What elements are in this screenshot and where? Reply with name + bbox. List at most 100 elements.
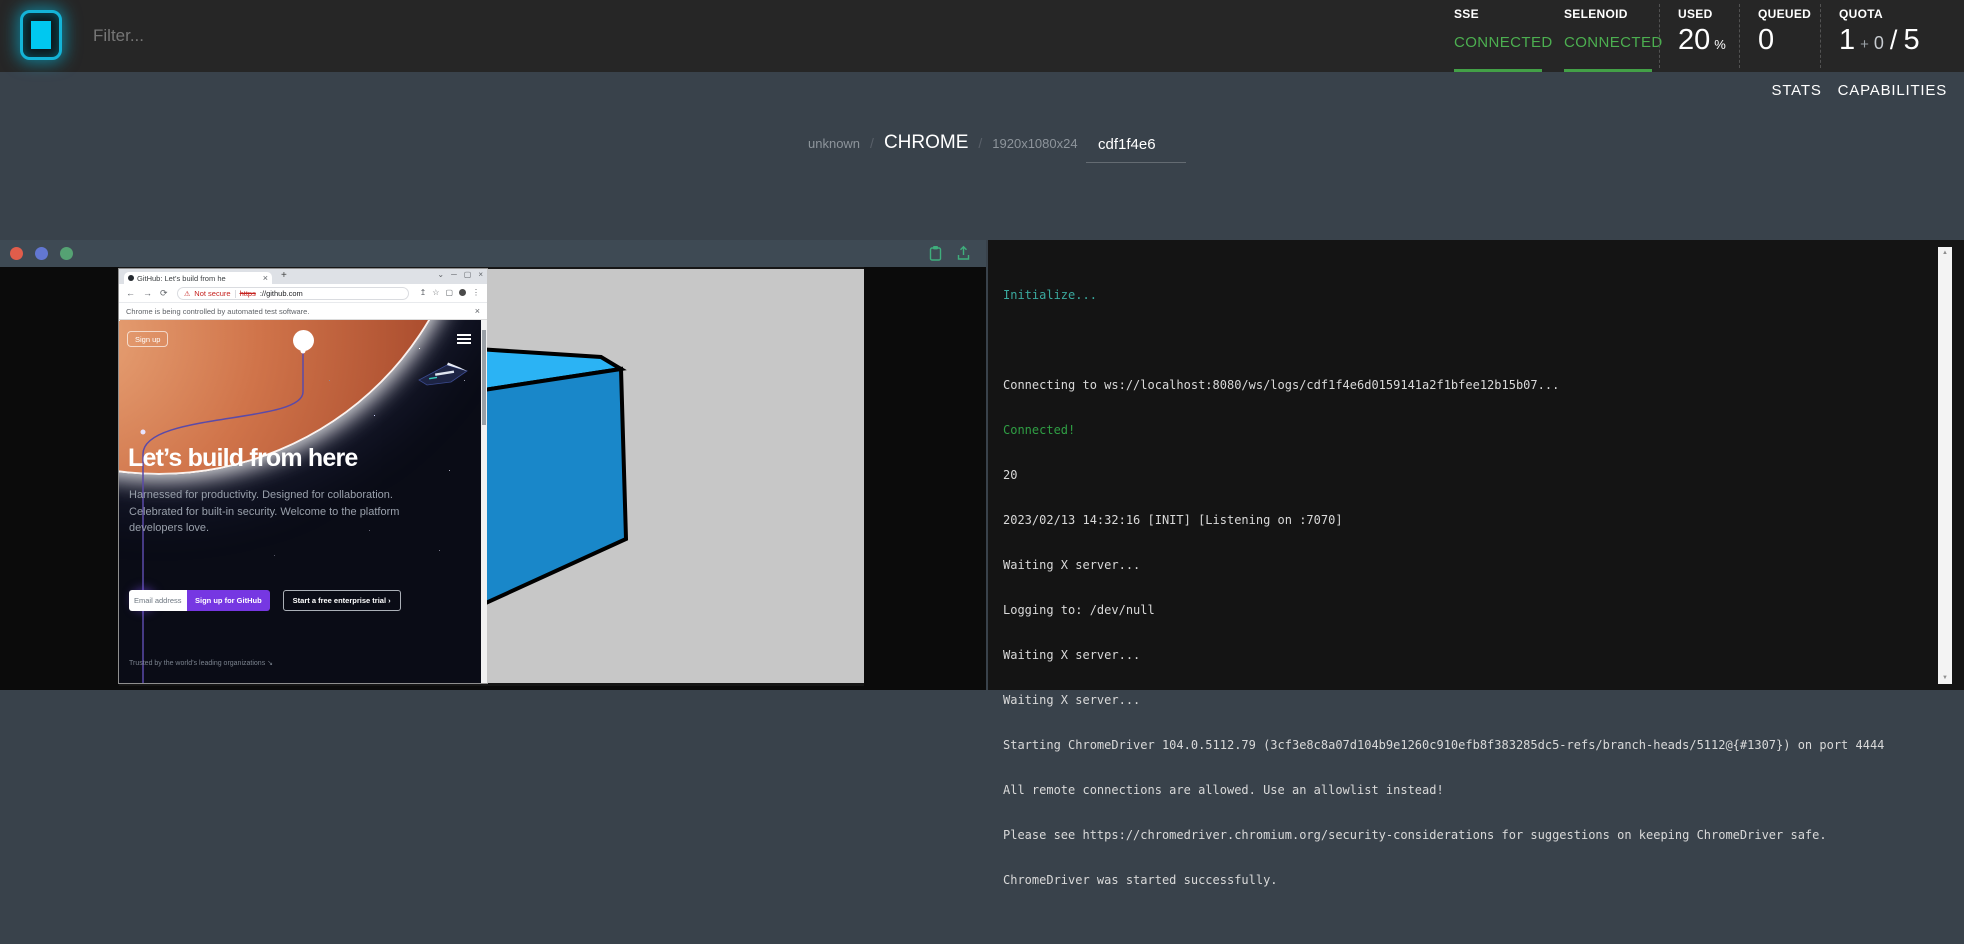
github-trial-button[interactable]: Start a free enterprise trial › — [283, 590, 401, 611]
stat-queued: QUEUED 0 — [1739, 0, 1820, 72]
view-tabs: STATS CAPABILITIES — [1772, 82, 1947, 99]
toolbar-actions: ↥ ☆ ▢ ⋮ — [420, 288, 480, 297]
log-line: All remote connections are allowed. Use … — [1003, 783, 1884, 798]
session-separator: / — [870, 135, 874, 151]
sse-connected-underline — [1454, 69, 1542, 72]
selenoid-logo[interactable] — [20, 10, 62, 60]
log-line: Starting ChromeDriver 104.0.5112.79 (3cf… — [1003, 738, 1884, 753]
url-divider — [235, 290, 236, 298]
automation-infobar-text: Chrome is being controlled by automated … — [126, 307, 309, 316]
github-subheading: Harnessed for productivity. Designed for… — [129, 487, 447, 537]
new-tab-button[interactable]: + — [281, 270, 287, 281]
vnc-display[interactable]: GitHub: Let’s build from he × + ⌄ ─ ▢ × … — [119, 267, 864, 686]
session-id-underline — [1086, 162, 1186, 163]
filter-input[interactable] — [93, 19, 513, 53]
stat-queued-label: QUEUED — [1758, 7, 1820, 21]
reading-list-icon[interactable]: ▢ — [445, 288, 453, 297]
session-id-link[interactable]: cdf1f4e6 — [1098, 136, 1156, 153]
github-email-input[interactable]: Email address — [129, 590, 187, 611]
log-line: Connected! — [1003, 423, 1884, 438]
selenoid-connected-underline — [1564, 69, 1652, 72]
maximize-icon[interactable]: ▢ — [464, 270, 472, 279]
stat-quota: QUOTA 1 + 0 / 5 — [1820, 0, 1944, 72]
scroll-up-icon[interactable]: ▲ — [1938, 250, 1952, 256]
profile-avatar[interactable] — [459, 289, 466, 296]
clipboard-icon[interactable] — [928, 245, 943, 261]
log-line: Waiting X server... — [1003, 648, 1884, 663]
stat-used-suffix: % — [1714, 37, 1726, 52]
session-browser: CHROME — [884, 132, 968, 154]
hamburger-menu-icon[interactable] — [457, 334, 471, 347]
log-line: 2023/02/13 14:32:16 [INIT] [Listening on… — [1003, 513, 1884, 528]
stat-selenoid: SELENOID CONNECTED — [1564, 0, 1659, 72]
minimize-icon[interactable]: ─ — [451, 270, 457, 279]
github-page: Sign up Let’s build from here Harnessed … — [119, 320, 481, 683]
stat-quota-pending: 0 — [1874, 33, 1884, 54]
log-line: Logging to: /dev/null — [1003, 603, 1884, 618]
log-line: Initialize... — [1003, 288, 1884, 303]
vnc-window-header — [0, 240, 986, 267]
session-row[interactable]: unknown / CHROME / 1920x1080x24 — [808, 132, 1078, 154]
stat-sse-value: CONNECTED — [1454, 34, 1564, 51]
warning-icon: ⚠ — [184, 290, 190, 298]
automation-infobar: Chrome is being controlled by automated … — [119, 303, 487, 320]
vnc-actions — [928, 245, 971, 261]
session-log: Initialize... Connecting to ws://localho… — [1003, 258, 1884, 944]
log-line: Waiting X server... — [1003, 693, 1884, 708]
minimize-button[interactable] — [35, 247, 48, 260]
selenoid-ui-page: SSE CONNECTED SELENOID CONNECTED USED 20… — [0, 0, 1964, 944]
share-icon[interactable]: ↥ — [420, 288, 427, 297]
stat-quota-slash: / — [1890, 25, 1898, 56]
maximize-button[interactable] — [60, 247, 73, 260]
github-logo-icon[interactable] — [293, 330, 314, 351]
infobar-close-icon[interactable]: × — [475, 306, 480, 316]
tab-stats[interactable]: STATS — [1772, 82, 1822, 99]
stat-used-label: USED — [1678, 7, 1739, 21]
window-buttons — [10, 247, 73, 260]
log-line: 20 — [1003, 468, 1884, 483]
remote-desktop — [487, 269, 864, 683]
vnc-panel: GitHub: Let’s build from he × + ⌄ ─ ▢ × … — [0, 240, 986, 690]
selenoid-logo-icon — [31, 21, 51, 49]
stat-used-value: 20 — [1678, 24, 1710, 57]
log-line — [1003, 918, 1884, 933]
github-heading: Let’s build from here — [128, 444, 358, 473]
github-signup-button[interactable]: Sign up for GitHub — [187, 590, 270, 611]
bookmark-star-icon[interactable]: ☆ — [432, 288, 439, 297]
back-icon[interactable]: ← — [126, 288, 135, 299]
reload-icon[interactable]: ⟳ — [160, 288, 168, 299]
browser-window-controls: ⌄ ─ ▢ × — [437, 270, 483, 279]
browser-tab[interactable]: GitHub: Let’s build from he × — [124, 272, 272, 284]
session-screen: 1920x1080x24 — [992, 136, 1077, 151]
stat-selenoid-value: CONNECTED — [1564, 34, 1659, 51]
log-line: Connecting to ws://localhost:8080/ws/log… — [1003, 378, 1884, 393]
kebab-menu-icon[interactable]: ⋮ — [472, 288, 480, 297]
stat-sse-label: SSE — [1454, 7, 1564, 21]
github-favicon-icon — [128, 275, 134, 281]
close-button[interactable] — [10, 247, 23, 260]
log-panel: Initialize... Connecting to ws://localho… — [988, 240, 1964, 690]
blue-cube-illustration — [487, 269, 864, 683]
stat-sse: SSE CONNECTED — [1454, 0, 1564, 72]
stat-separator — [1820, 4, 1821, 68]
tab-capabilities[interactable]: CAPABILITIES — [1838, 82, 1947, 99]
status-group: SSE CONNECTED SELENOID CONNECTED USED 20… — [1454, 0, 1944, 72]
log-line — [1003, 333, 1884, 348]
restore-icon[interactable]: ⌄ — [437, 270, 444, 279]
browser-scrollbar-thumb[interactable] — [482, 330, 486, 425]
browser-tab-title: GitHub: Let’s build from he — [137, 274, 260, 283]
upload-icon[interactable] — [956, 245, 971, 261]
github-signup-nav-button[interactable]: Sign up — [127, 331, 168, 347]
stat-quota-plus: + — [1860, 36, 1869, 53]
stat-used: USED 20 % — [1659, 0, 1739, 72]
forward-icon[interactable]: → — [143, 288, 152, 299]
close-icon[interactable]: × — [478, 270, 483, 279]
stat-queued-value: 0 — [1758, 24, 1774, 57]
log-scrollbar[interactable]: ▲ ▼ — [1938, 247, 1952, 684]
scroll-down-icon[interactable]: ▼ — [1938, 675, 1952, 681]
tab-close-icon[interactable]: × — [263, 274, 268, 283]
stat-selenoid-label: SELENOID — [1564, 7, 1659, 21]
stat-quota-value: 1 — [1839, 24, 1855, 57]
url-bar[interactable]: ⚠ Not secure https ://github.com — [177, 287, 409, 300]
session-separator: / — [978, 135, 982, 151]
